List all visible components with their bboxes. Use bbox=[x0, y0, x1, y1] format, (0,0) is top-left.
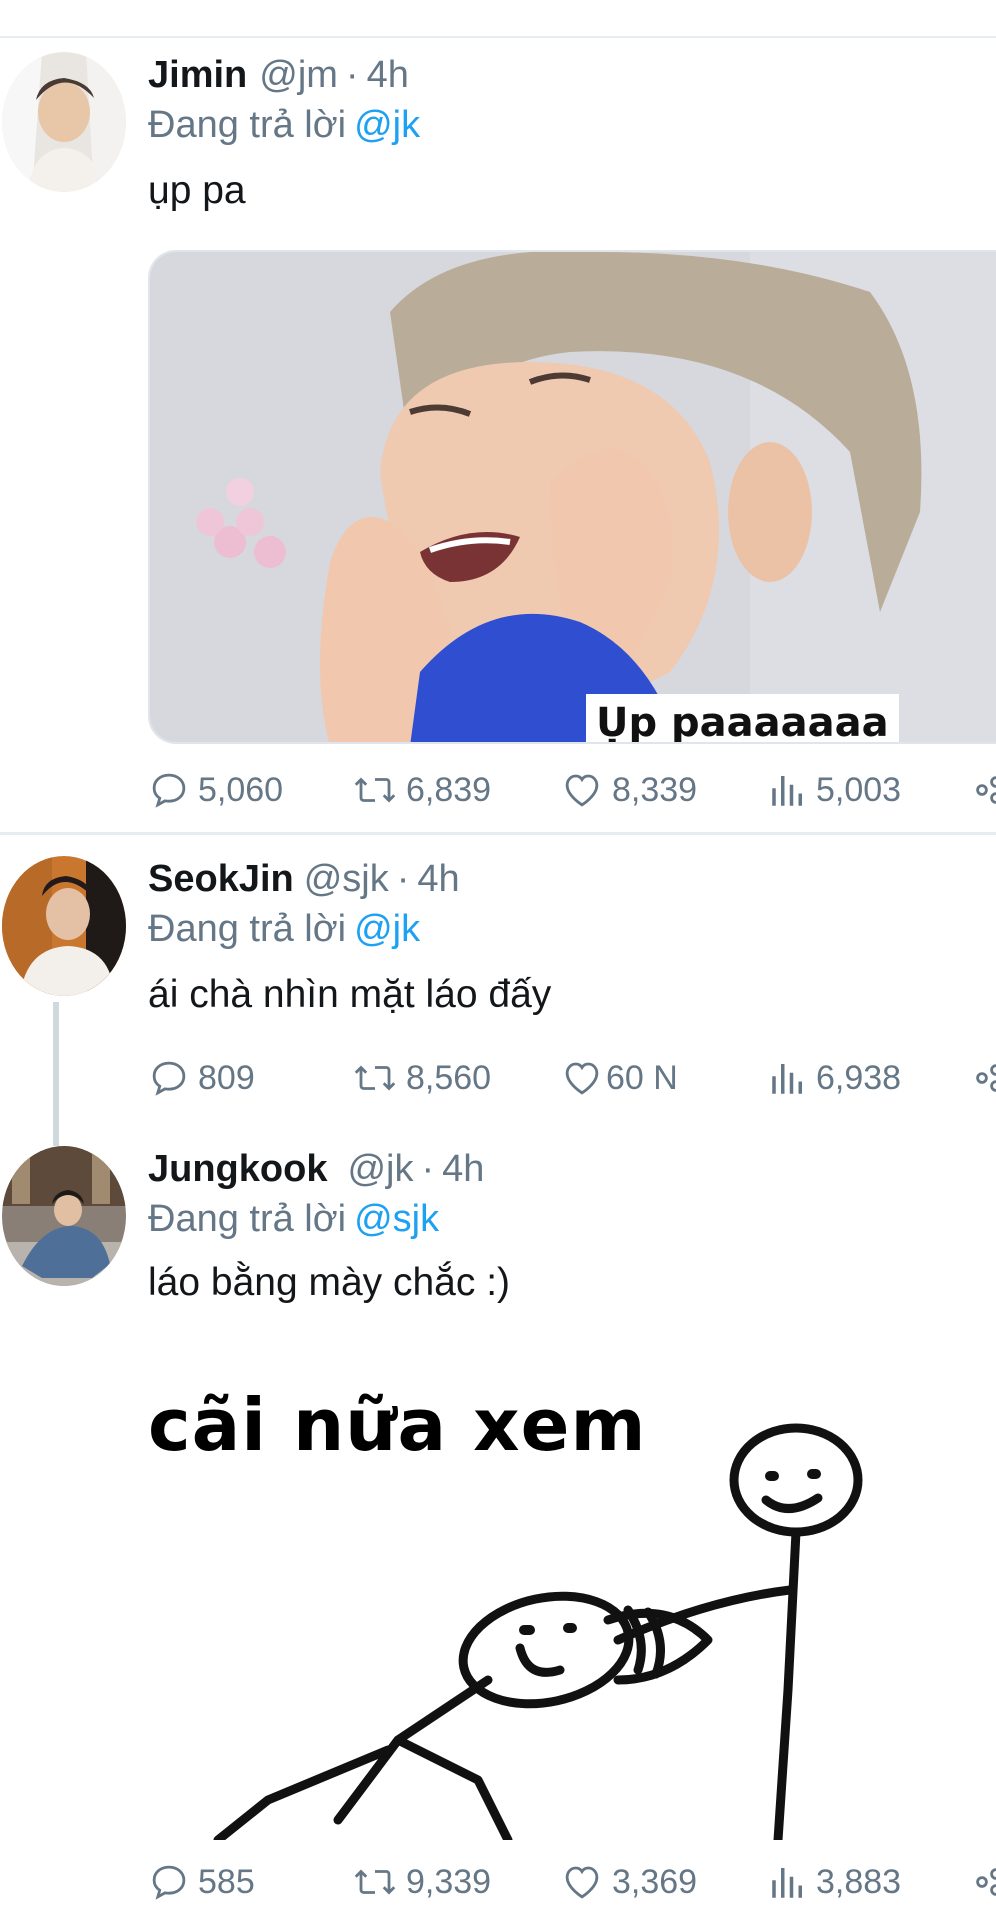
avatar[interactable] bbox=[2, 856, 126, 996]
tweet-media[interactable]: Ụp paaaaaaa bbox=[148, 250, 996, 744]
separator-dot: · bbox=[396, 858, 410, 900]
reply-button[interactable]: 585 bbox=[148, 1856, 255, 1908]
media-caption: Ụp paaaaaaa bbox=[586, 694, 899, 742]
share-icon[interactable] bbox=[976, 764, 996, 816]
like-button[interactable]: 60 N bbox=[560, 1052, 678, 1104]
replying-to: Đang trả lời @sjk bbox=[148, 1196, 439, 1242]
views-count: 3,883 bbox=[816, 1863, 902, 1901]
tweet-media[interactable]: cãi nữa xem bbox=[148, 1380, 898, 1840]
reply-icon bbox=[152, 1061, 186, 1096]
heart-icon bbox=[565, 774, 599, 807]
meme-drawing bbox=[213, 1423, 863, 1840]
like-count: 8,339 bbox=[612, 771, 698, 809]
retweet-icon bbox=[354, 1869, 396, 1895]
heart-icon bbox=[565, 1866, 599, 1899]
replying-to-label: Đang trả lời bbox=[148, 104, 347, 146]
media-photo bbox=[150, 252, 996, 742]
tweet-text: ái chà nhìn mặt láo đấy bbox=[148, 973, 552, 1016]
user-handle[interactable]: @jk bbox=[347, 1148, 413, 1190]
reply-count: 585 bbox=[198, 1863, 255, 1901]
tweet-text: ụp pa bbox=[148, 169, 246, 212]
views-count: 5,003 bbox=[816, 771, 902, 809]
thread-line bbox=[53, 1002, 59, 1146]
action-bar: 585 9,339 3,369 3,883 bbox=[148, 1856, 996, 1908]
retweet-icon bbox=[354, 1065, 396, 1091]
replying-to: Đang trả lời @jk bbox=[148, 906, 420, 952]
retweet-button[interactable]: 9,339 bbox=[352, 1856, 491, 1908]
heart-icon bbox=[565, 1062, 599, 1095]
user-handle[interactable]: @jm bbox=[259, 54, 338, 96]
retweet-count: 6,839 bbox=[406, 771, 492, 809]
retweet-count: 9,339 bbox=[406, 1863, 492, 1901]
timestamp[interactable]: 4h bbox=[442, 1148, 484, 1190]
like-count: 60 N bbox=[606, 1059, 678, 1097]
avatar[interactable] bbox=[2, 1146, 126, 1286]
analytics-icon bbox=[772, 776, 802, 806]
display-name[interactable]: Jimin bbox=[148, 54, 247, 96]
reply-button[interactable]: 5,060 bbox=[148, 764, 283, 816]
display-name[interactable]: Jungkook bbox=[148, 1148, 327, 1190]
like-button[interactable]: 3,369 bbox=[560, 1856, 697, 1908]
views-button[interactable]: 6,938 bbox=[768, 1052, 901, 1104]
display-name[interactable]: SeokJin bbox=[148, 858, 294, 900]
views-button[interactable]: 5,003 bbox=[768, 764, 901, 816]
reply-count: 5,060 bbox=[198, 771, 284, 809]
avatar[interactable] bbox=[2, 52, 126, 192]
views-count: 6,938 bbox=[816, 1059, 902, 1097]
action-bar: 5,060 6,839 8,339 5,003 bbox=[148, 764, 996, 816]
separator-dot: · bbox=[345, 54, 359, 96]
timestamp[interactable]: 4h bbox=[367, 54, 409, 96]
retweet-button[interactable]: 6,839 bbox=[352, 764, 491, 816]
top-divider bbox=[0, 36, 996, 38]
tweet-header: Jungkook @jk · 4h bbox=[148, 1146, 484, 1192]
mention-link[interactable]: @sjk bbox=[354, 1198, 439, 1240]
analytics-icon bbox=[772, 1064, 802, 1094]
reply-icon bbox=[152, 1865, 186, 1900]
mention-link[interactable]: @jk bbox=[354, 908, 420, 950]
tweet-header: Jimin @jm · 4h bbox=[148, 52, 409, 98]
share-icon[interactable] bbox=[976, 1052, 996, 1104]
separator-dot: · bbox=[421, 1148, 435, 1190]
like-button[interactable]: 8,339 bbox=[560, 764, 697, 816]
user-handle[interactable]: @sjk bbox=[304, 858, 389, 900]
retweet-icon bbox=[354, 777, 396, 803]
tweet-header: SeokJin @sjk · 4h bbox=[148, 856, 460, 902]
views-button[interactable]: 3,883 bbox=[768, 1856, 901, 1908]
retweet-count: 8,560 bbox=[406, 1059, 492, 1097]
reply-button[interactable]: 809 bbox=[148, 1052, 255, 1104]
tweet-text: láo bằng mày chắc :) bbox=[148, 1261, 511, 1304]
mention-link[interactable]: @jk bbox=[354, 104, 420, 146]
analytics-icon bbox=[772, 1868, 802, 1898]
tweet-divider bbox=[0, 832, 996, 835]
replying-to-label: Đang trả lời bbox=[148, 908, 347, 950]
share-icon[interactable] bbox=[976, 1856, 996, 1908]
replying-to: Đang trả lời @jk bbox=[148, 102, 420, 148]
like-count: 3,369 bbox=[612, 1863, 698, 1901]
reply-count: 809 bbox=[198, 1059, 255, 1097]
retweet-button[interactable]: 8,560 bbox=[352, 1052, 491, 1104]
action-bar: 809 8,560 60 N 6,938 bbox=[148, 1052, 996, 1104]
replying-to-label: Đang trả lời bbox=[148, 1198, 347, 1240]
timestamp[interactable]: 4h bbox=[417, 858, 459, 900]
reply-icon bbox=[152, 773, 186, 808]
